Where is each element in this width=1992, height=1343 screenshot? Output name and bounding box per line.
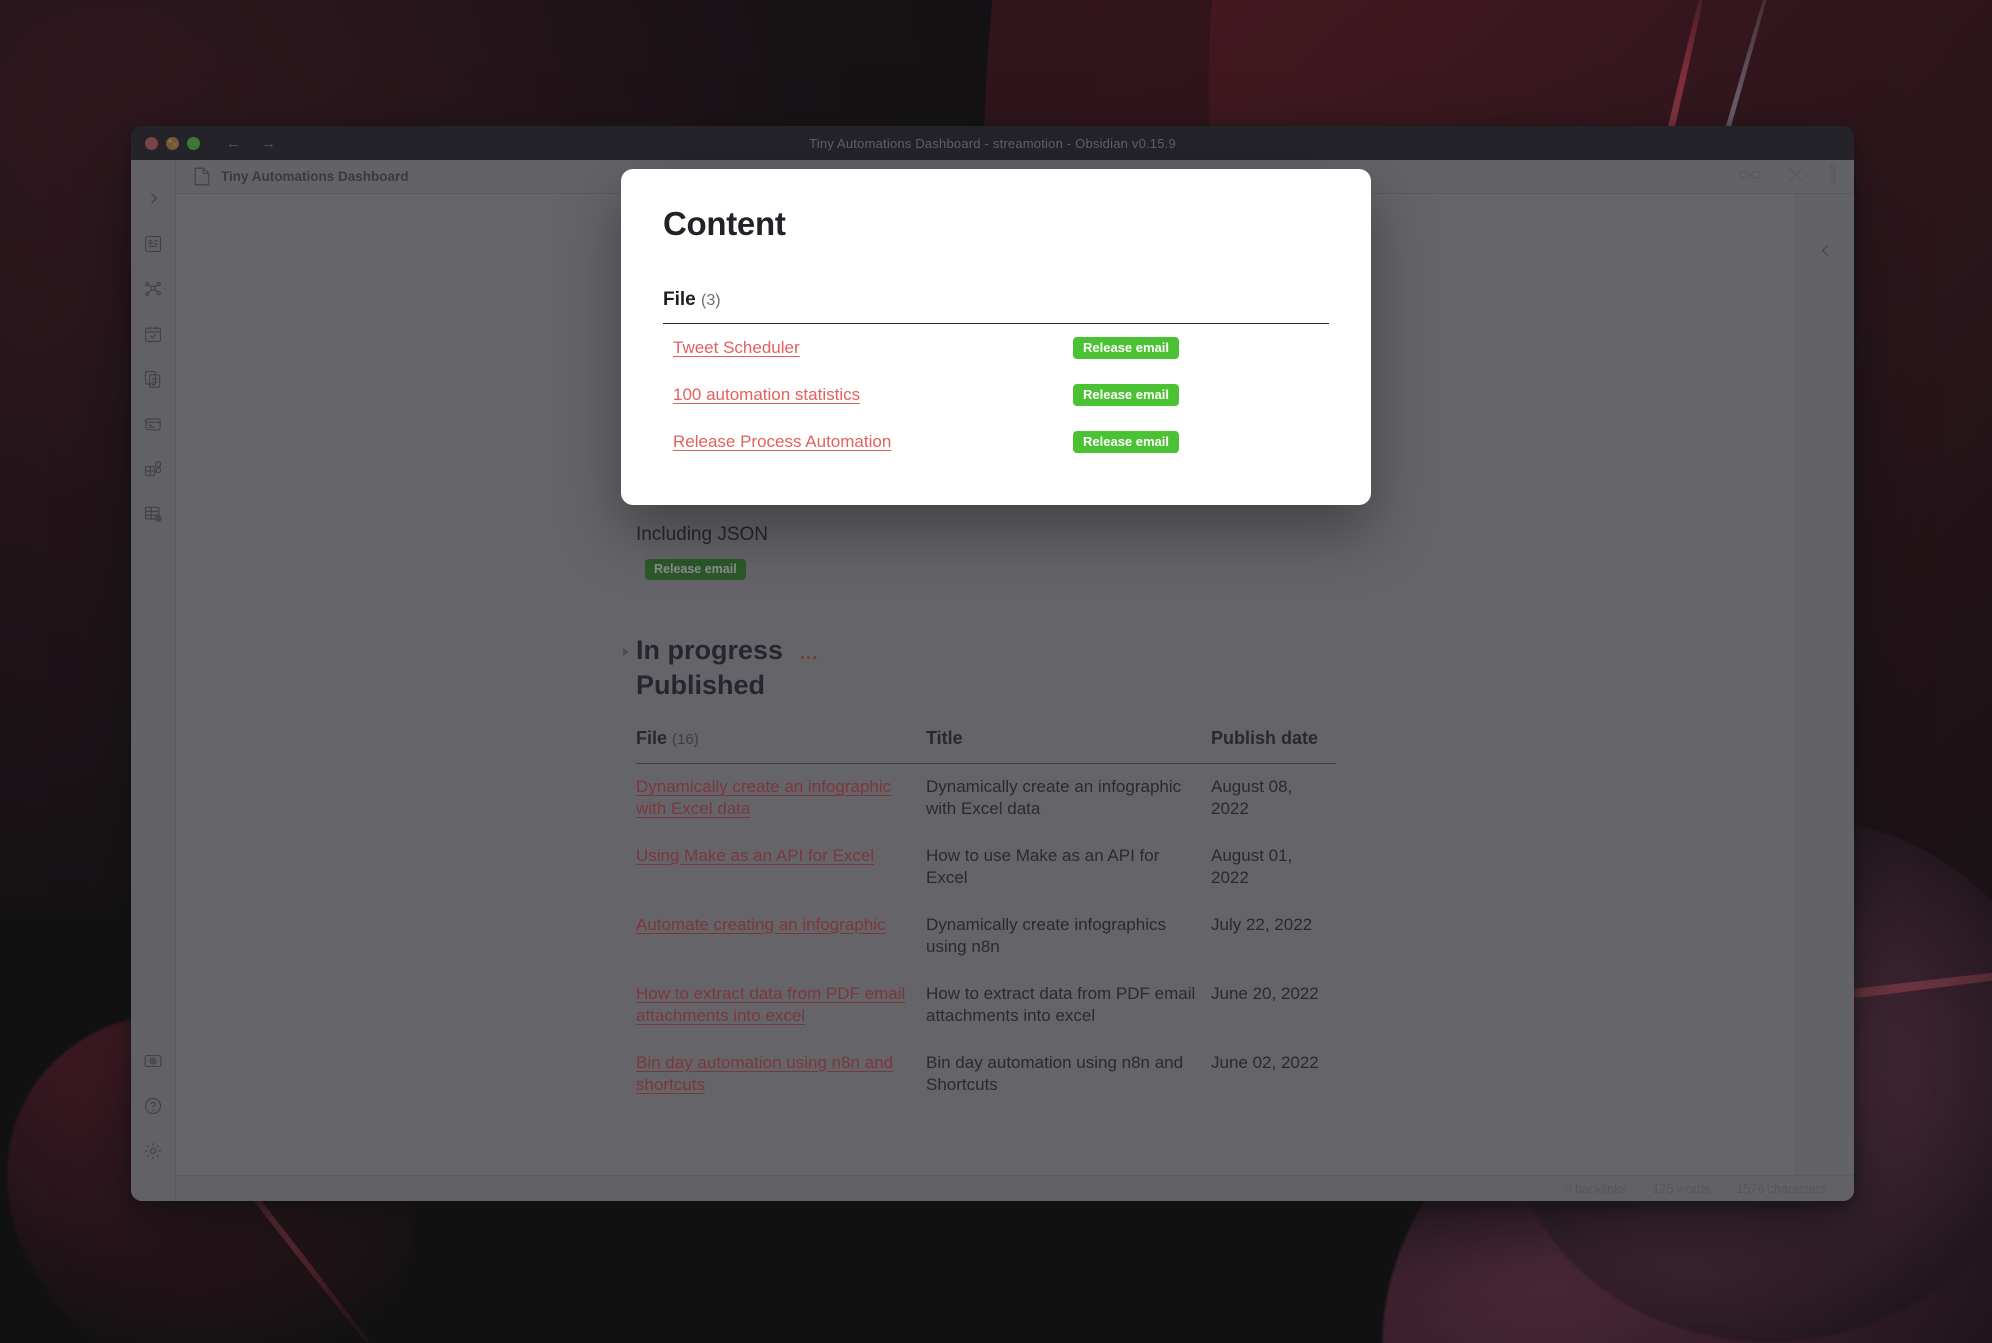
modal-file-link[interactable]: Release Process Automation xyxy=(673,432,891,451)
modal-cell-tag: Release email xyxy=(1073,418,1329,465)
modal-cell-tag: Release email xyxy=(1073,324,1329,372)
modal-cell-file: Tweet Scheduler xyxy=(663,324,1073,372)
modal-file-link[interactable]: 100 automation statistics xyxy=(673,385,860,404)
content-modal: Content File (3) Tweet Scheduler Release … xyxy=(621,169,1371,505)
modal-col-file-count: (3) xyxy=(701,292,721,309)
modal-cell-tag: Release email xyxy=(1073,371,1329,418)
desktop-wallpaper: ← → Tiny Automations Dashboard - streamo… xyxy=(0,0,1992,1343)
modal-file-link[interactable]: Tweet Scheduler xyxy=(673,338,800,357)
modal-table-header-row: File (3) xyxy=(663,289,1329,324)
modal-tag-release-email[interactable]: Release email xyxy=(1073,431,1180,453)
modal-cell-file: 100 automation statistics xyxy=(663,371,1073,418)
modal-table-row: 100 automation statistics Release email xyxy=(663,371,1329,418)
modal-cell-file: Release Process Automation xyxy=(663,418,1073,465)
modal-file-table: File (3) Tweet Scheduler Release email 100… xyxy=(663,289,1329,465)
modal-table-row: Release Process Automation Release email xyxy=(663,418,1329,465)
modal-col-file[interactable]: File (3) xyxy=(663,289,1329,324)
modal-col-file-label: File xyxy=(663,289,696,310)
modal-title: Content xyxy=(663,205,786,242)
modal-tag-release-email[interactable]: Release email xyxy=(1073,337,1180,359)
modal-table-row: Tweet Scheduler Release email xyxy=(663,324,1329,372)
modal-tag-release-email[interactable]: Release email xyxy=(1073,384,1180,406)
